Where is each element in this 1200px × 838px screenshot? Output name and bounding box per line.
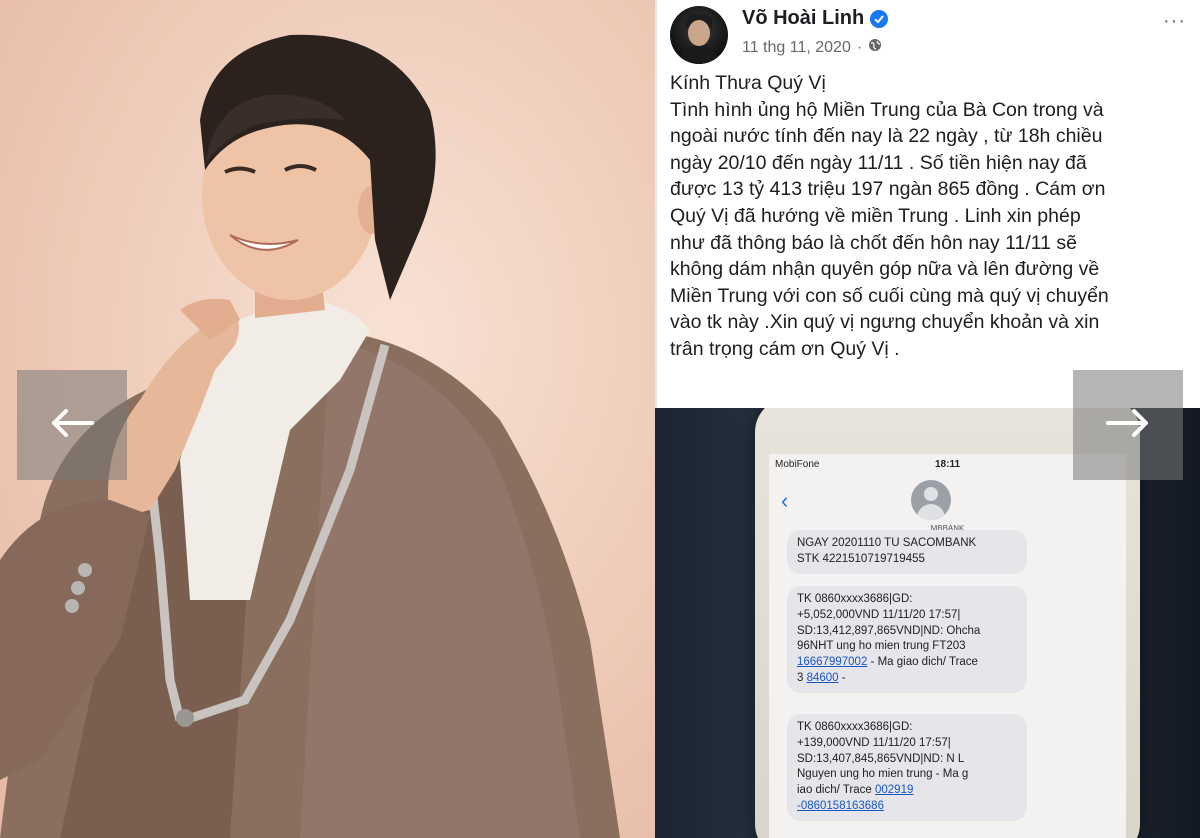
sms-text: NGAY 20201110 TU SACOMBANK STK 422151071…	[797, 537, 977, 565]
gallery-prev-button[interactable]	[17, 370, 127, 480]
sender-avatar-icon	[911, 480, 951, 520]
sms-link[interactable]: 002919	[875, 784, 913, 796]
post-text: Kính Thưa Quý Vị Tình hình ủng hộ Miền T…	[670, 70, 1192, 363]
back-chevron-icon[interactable]: ‹	[781, 488, 788, 514]
post-date[interactable]: 11 thg 11, 2020	[742, 39, 851, 57]
sms-bubble: NGAY 20201110 TU SACOMBANK STK 422151071…	[787, 530, 1027, 574]
arrow-left-icon	[50, 408, 94, 443]
sms-text: TK 0860xxxx3686|GD: +5,052,000VND 11/11/…	[797, 593, 981, 653]
more-options-icon[interactable]: ···	[1163, 10, 1186, 33]
post-body-text: Tình hình ủng hộ Miền Trung của Bà Con t…	[670, 98, 1109, 360]
sms-link[interactable]: 84600	[807, 672, 839, 684]
sms-text: -	[838, 671, 846, 684]
post-author: Võ Hoài Linh	[742, 7, 889, 30]
author-name[interactable]: Võ Hoài Linh	[742, 7, 864, 30]
sms-bubble: TK 0860xxxx3686|GD: +5,052,000VND 11/11/…	[787, 586, 1027, 693]
author-avatar[interactable]	[670, 6, 728, 64]
arrow-right-icon	[1106, 408, 1150, 443]
facebook-post: Võ Hoài Linh 11 thg 11, 2020 · ··· Kính …	[655, 0, 1200, 408]
post-meta: 11 thg 11, 2020 ·	[742, 38, 882, 57]
post-greeting: Kính Thưa Quý Vị	[670, 72, 826, 94]
verified-badge-icon	[870, 9, 889, 28]
sms-bubble: TK 0860xxxx3686|GD: +139,000VND 11/11/20…	[787, 714, 1027, 821]
globe-icon	[868, 38, 882, 57]
meta-separator: ·	[856, 38, 863, 56]
sms-link[interactable]: -0860158163686	[797, 800, 884, 812]
phone-screen: MobiFone 18:11 ‹ MBBANK NGAY 20201110 TU…	[769, 454, 1126, 838]
gallery-next-button[interactable]	[1073, 370, 1183, 480]
sms-link[interactable]: 16667997002	[797, 656, 867, 668]
